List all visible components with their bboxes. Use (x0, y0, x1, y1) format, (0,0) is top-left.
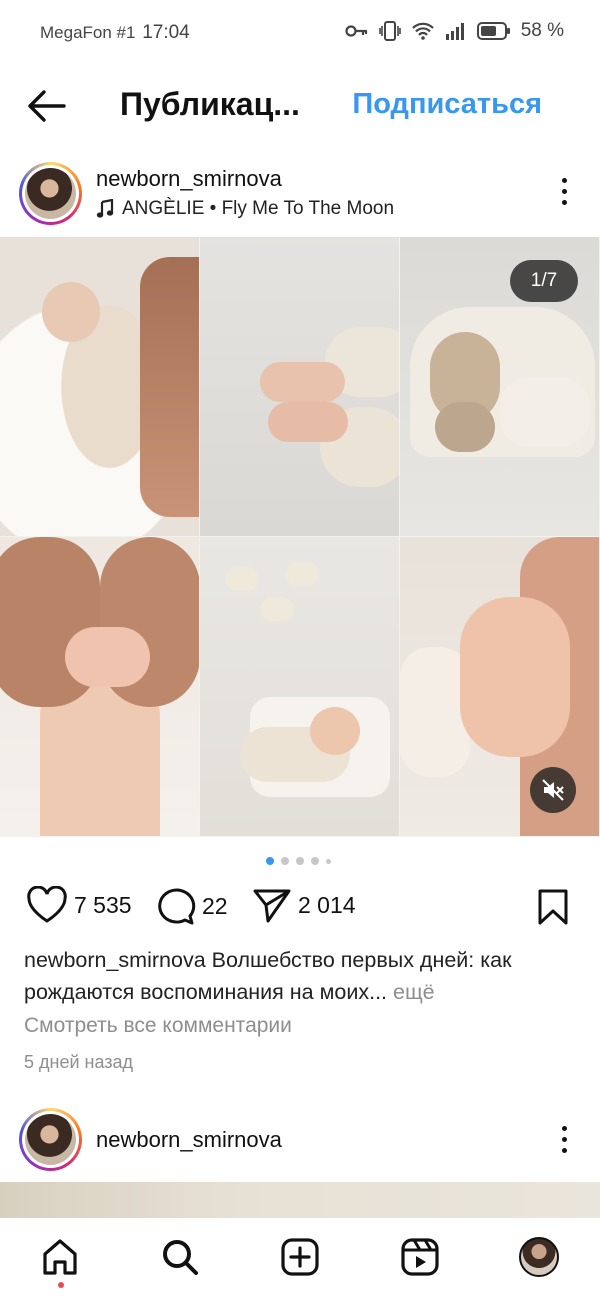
photo-detail (310, 707, 360, 755)
post-image[interactable] (0, 237, 600, 837)
comment-button[interactable]: 22 (156, 886, 228, 926)
comment-icon (158, 888, 196, 925)
avatar-photo (25, 1114, 76, 1165)
status-left: MegaFon #1 17:04 (40, 22, 190, 44)
post-caption: newborn_smirnova Волшебство первых дней:… (24, 944, 564, 1008)
author-username[interactable]: newborn_smirnova (96, 166, 282, 192)
carousel-dot (326, 858, 331, 864)
photo-detail (435, 402, 495, 452)
view-comments-link[interactable]: Смотреть все комментарии (24, 1014, 292, 1038)
next-post-image[interactable] (0, 1182, 600, 1218)
post-header: newborn_smirnova ANGÈLIE • Fly Me To The… (0, 158, 600, 230)
post-timestamp: 5 дней назад (24, 1052, 134, 1072)
bookmark-icon (538, 889, 568, 925)
search-icon (163, 1240, 198, 1275)
share-count: 2 014 (298, 891, 356, 918)
clock: 17:04 (142, 22, 190, 43)
battery-percent: 58 % (520, 20, 564, 41)
music-note-icon (96, 199, 114, 218)
photo-baby-feet (200, 237, 400, 537)
share-button[interactable]: 2 014 (252, 886, 356, 924)
photo-detail (500, 377, 590, 447)
back-button[interactable] (24, 84, 68, 128)
audio-track[interactable]: ANGÈLIE • Fly Me To The Moon (96, 198, 394, 220)
nav-create[interactable] (279, 1236, 321, 1278)
more-icon-dot (561, 200, 567, 205)
photo-detail (285, 562, 319, 586)
more-icon-dot (561, 189, 567, 194)
page-title: Публикац... (120, 86, 300, 122)
paper-plane-icon (253, 889, 291, 923)
arrow-left-icon (28, 90, 66, 122)
follow-button[interactable]: Подписаться (352, 88, 542, 121)
battery-icon (476, 22, 510, 40)
nav-reels[interactable] (399, 1236, 441, 1278)
photo-detail (260, 362, 345, 402)
image-counter: 1/7 (510, 260, 578, 302)
create-icon (281, 1238, 319, 1276)
key-icon (345, 25, 367, 37)
nav-search[interactable] (159, 1236, 201, 1278)
comment-count: 22 (202, 892, 228, 919)
post-options-button[interactable] (554, 178, 574, 212)
status-right: 58 % (345, 20, 564, 42)
caption-more-link[interactable]: ещё (393, 980, 435, 1004)
carousel-dot (311, 857, 319, 865)
carrier-label: MegaFon #1 (40, 23, 136, 42)
notification-dot (58, 1282, 64, 1288)
top-bar: Публикац... Подписаться (0, 70, 600, 140)
vibrate-icon (378, 21, 401, 41)
nav-profile[interactable] (518, 1236, 560, 1278)
next-author-username[interactable]: newborn_smirnova (96, 1127, 282, 1153)
carousel-indicator (266, 857, 331, 865)
bottom-nav (0, 1218, 600, 1299)
photo-detail (260, 597, 294, 621)
photo-detail (65, 627, 150, 687)
audio-track-label: ANGÈLIE • Fly Me To The Moon (122, 198, 395, 219)
post-actions: 7 535 22 2 014 (0, 886, 600, 932)
profile-avatar (519, 1237, 559, 1277)
reels-icon (401, 1238, 439, 1276)
photo-detail (225, 567, 259, 591)
wifi-icon (411, 22, 434, 40)
photo-parents-hands (0, 537, 200, 837)
next-post-header: newborn_smirnova (0, 1104, 600, 1176)
signal-icon (445, 23, 464, 40)
carousel-dot (281, 857, 289, 865)
like-button[interactable]: 7 535 (26, 886, 132, 924)
next-post-options-button[interactable] (554, 1126, 574, 1160)
more-icon-dot (561, 1126, 567, 1131)
nav-home[interactable] (39, 1236, 81, 1278)
author-avatar[interactable] (19, 162, 82, 225)
home-icon (43, 1239, 77, 1275)
more-icon-dot (561, 1148, 567, 1153)
status-bar: MegaFon #1 17:04 58 % (0, 0, 600, 68)
photo-detail (268, 402, 348, 442)
caption-username[interactable]: newborn_smirnova (24, 948, 206, 972)
carousel-dot (296, 857, 304, 865)
carousel-dot (266, 857, 274, 865)
like-count: 7 535 (74, 891, 132, 918)
save-button[interactable] (536, 888, 570, 931)
photo-baby-on-pillow (0, 237, 200, 537)
more-icon-dot (561, 178, 567, 183)
next-author-avatar[interactable] (19, 1108, 82, 1171)
heart-icon (27, 886, 67, 923)
photo-detail (460, 597, 570, 757)
avatar-photo (25, 168, 76, 219)
mute-button[interactable] (530, 767, 576, 813)
photo-baby-sleeping (200, 537, 400, 837)
speaker-muted-icon (542, 779, 564, 801)
more-icon-dot (561, 1137, 567, 1142)
